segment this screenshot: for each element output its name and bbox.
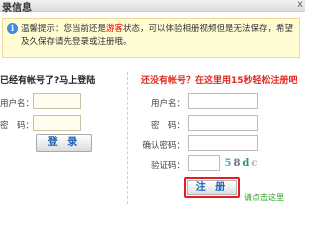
notice-text-before: 温馨提示：您当前还是 (21, 24, 107, 34)
captcha-char: c (251, 157, 258, 169)
notice-guest-word: 游客 (106, 24, 124, 34)
captcha-image[interactable]: 5 8 d c (222, 155, 260, 171)
notice-text: 温馨提示：您当前还是游客状态，可以体验相册视频但是无法保存，希望及久保存请先登录… (21, 23, 297, 49)
register-password-label: 密 码： (150, 121, 185, 131)
register-captcha-input[interactable] (188, 155, 220, 171)
dialog-titlebar: 录信息 x (0, 0, 305, 14)
close-icon[interactable]: x (297, 0, 303, 10)
register-password-input[interactable] (188, 115, 258, 131)
register-button[interactable]: 注 册 (184, 177, 240, 198)
login-button[interactable]: 登 录 (36, 134, 92, 152)
login-username-input[interactable] (33, 93, 81, 109)
dialog-title: 录信息 (2, 3, 32, 14)
register-username-input[interactable] (188, 93, 258, 109)
register-confirm-input[interactable] (188, 135, 258, 151)
section-divider (127, 72, 128, 204)
register-captcha-label: 验证码： (150, 161, 185, 171)
login-username-label: 用户名： (0, 99, 35, 109)
register-button-label: 注 册 (187, 180, 237, 195)
captcha-char: 5 (224, 157, 232, 169)
captcha-char: d (242, 157, 250, 169)
register-confirm-label: 确认密码： (142, 141, 185, 151)
notice-banner: i 温馨提示：您当前还是游客状态，可以体验相册视频但是无法保存，希望及久保存请先… (2, 18, 300, 58)
captcha-char: 8 (233, 157, 241, 169)
login-password-label: 密 码： (0, 121, 35, 131)
login-heading: 已经有帐号了?马上登陆 (0, 76, 96, 86)
login-password-input[interactable] (33, 115, 81, 131)
register-username-label: 用户名： (150, 99, 185, 109)
info-icon: i (7, 23, 18, 34)
register-heading: 还没有帐号？在这里用15秒轻松注册吧 (141, 76, 298, 86)
register-hint: 请点击这里 (244, 193, 284, 202)
